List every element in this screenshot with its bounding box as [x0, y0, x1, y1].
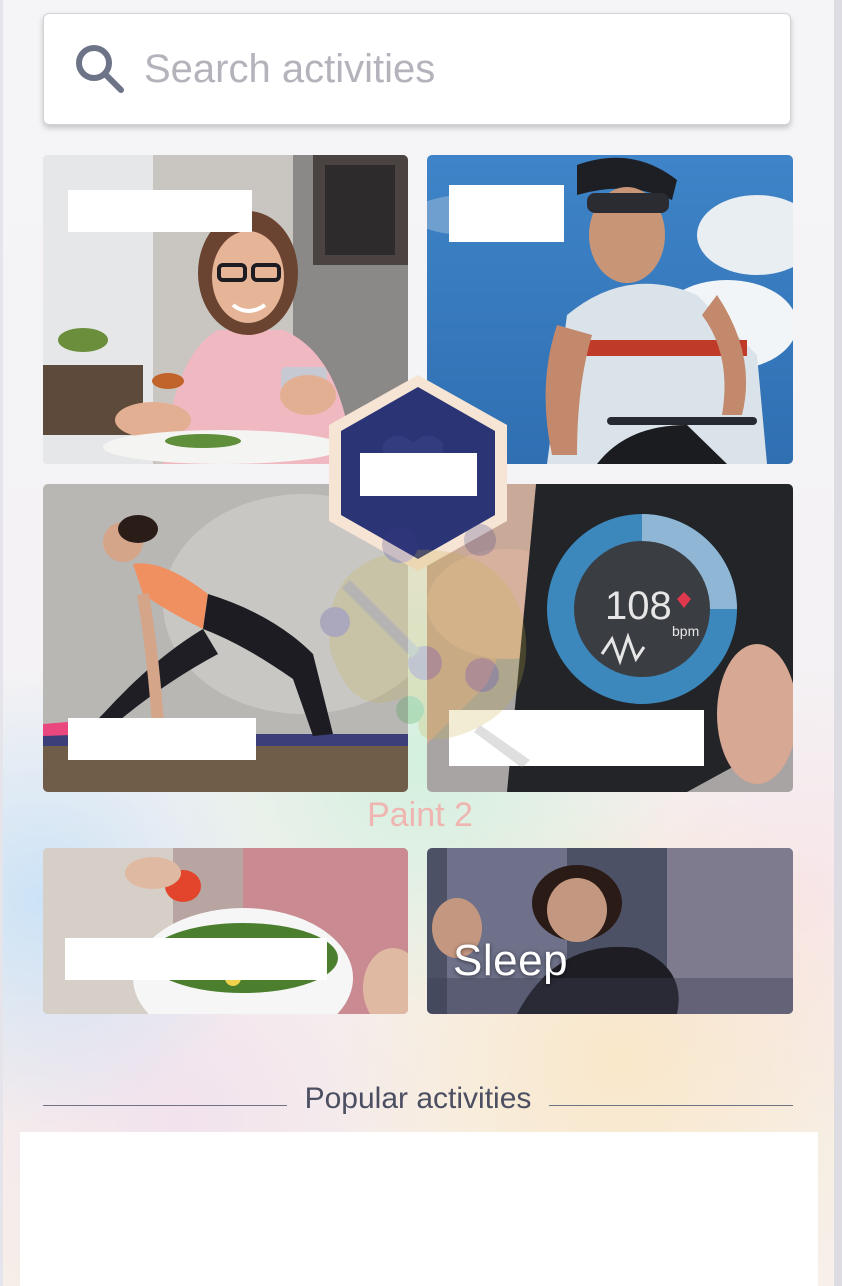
search-input[interactable] [144, 46, 744, 92]
search-bar[interactable] [43, 13, 791, 125]
tile-label-redacted [65, 938, 327, 980]
tile-label-redacted [68, 718, 256, 760]
tile-label-redacted [68, 190, 252, 232]
tile-label-sleep: Sleep [453, 936, 569, 985]
sleep-photo [427, 848, 793, 1014]
watermark-caption: Paint 2 [367, 796, 473, 834]
left-edge [0, 0, 3, 1286]
activity-tile-sleep[interactable]: Sleep [427, 848, 793, 1014]
palette-watermark-icon [320, 524, 530, 768]
section-divider-right [549, 1105, 793, 1106]
heart-rate-unit: bpm [672, 623, 699, 639]
search-icon [76, 45, 124, 93]
activity-tile-nutrition[interactable] [43, 848, 408, 1014]
tile-label-redacted [449, 185, 564, 242]
popular-activities-title: Popular activities [304, 1082, 532, 1115]
section-divider-left [43, 1105, 287, 1106]
nutrition-photo [43, 848, 408, 1014]
heart-rate-value: 108 [605, 584, 672, 628]
badge-label-redacted [360, 453, 477, 496]
right-scroll-edge [834, 0, 842, 1286]
popular-activities-list [20, 1132, 818, 1286]
